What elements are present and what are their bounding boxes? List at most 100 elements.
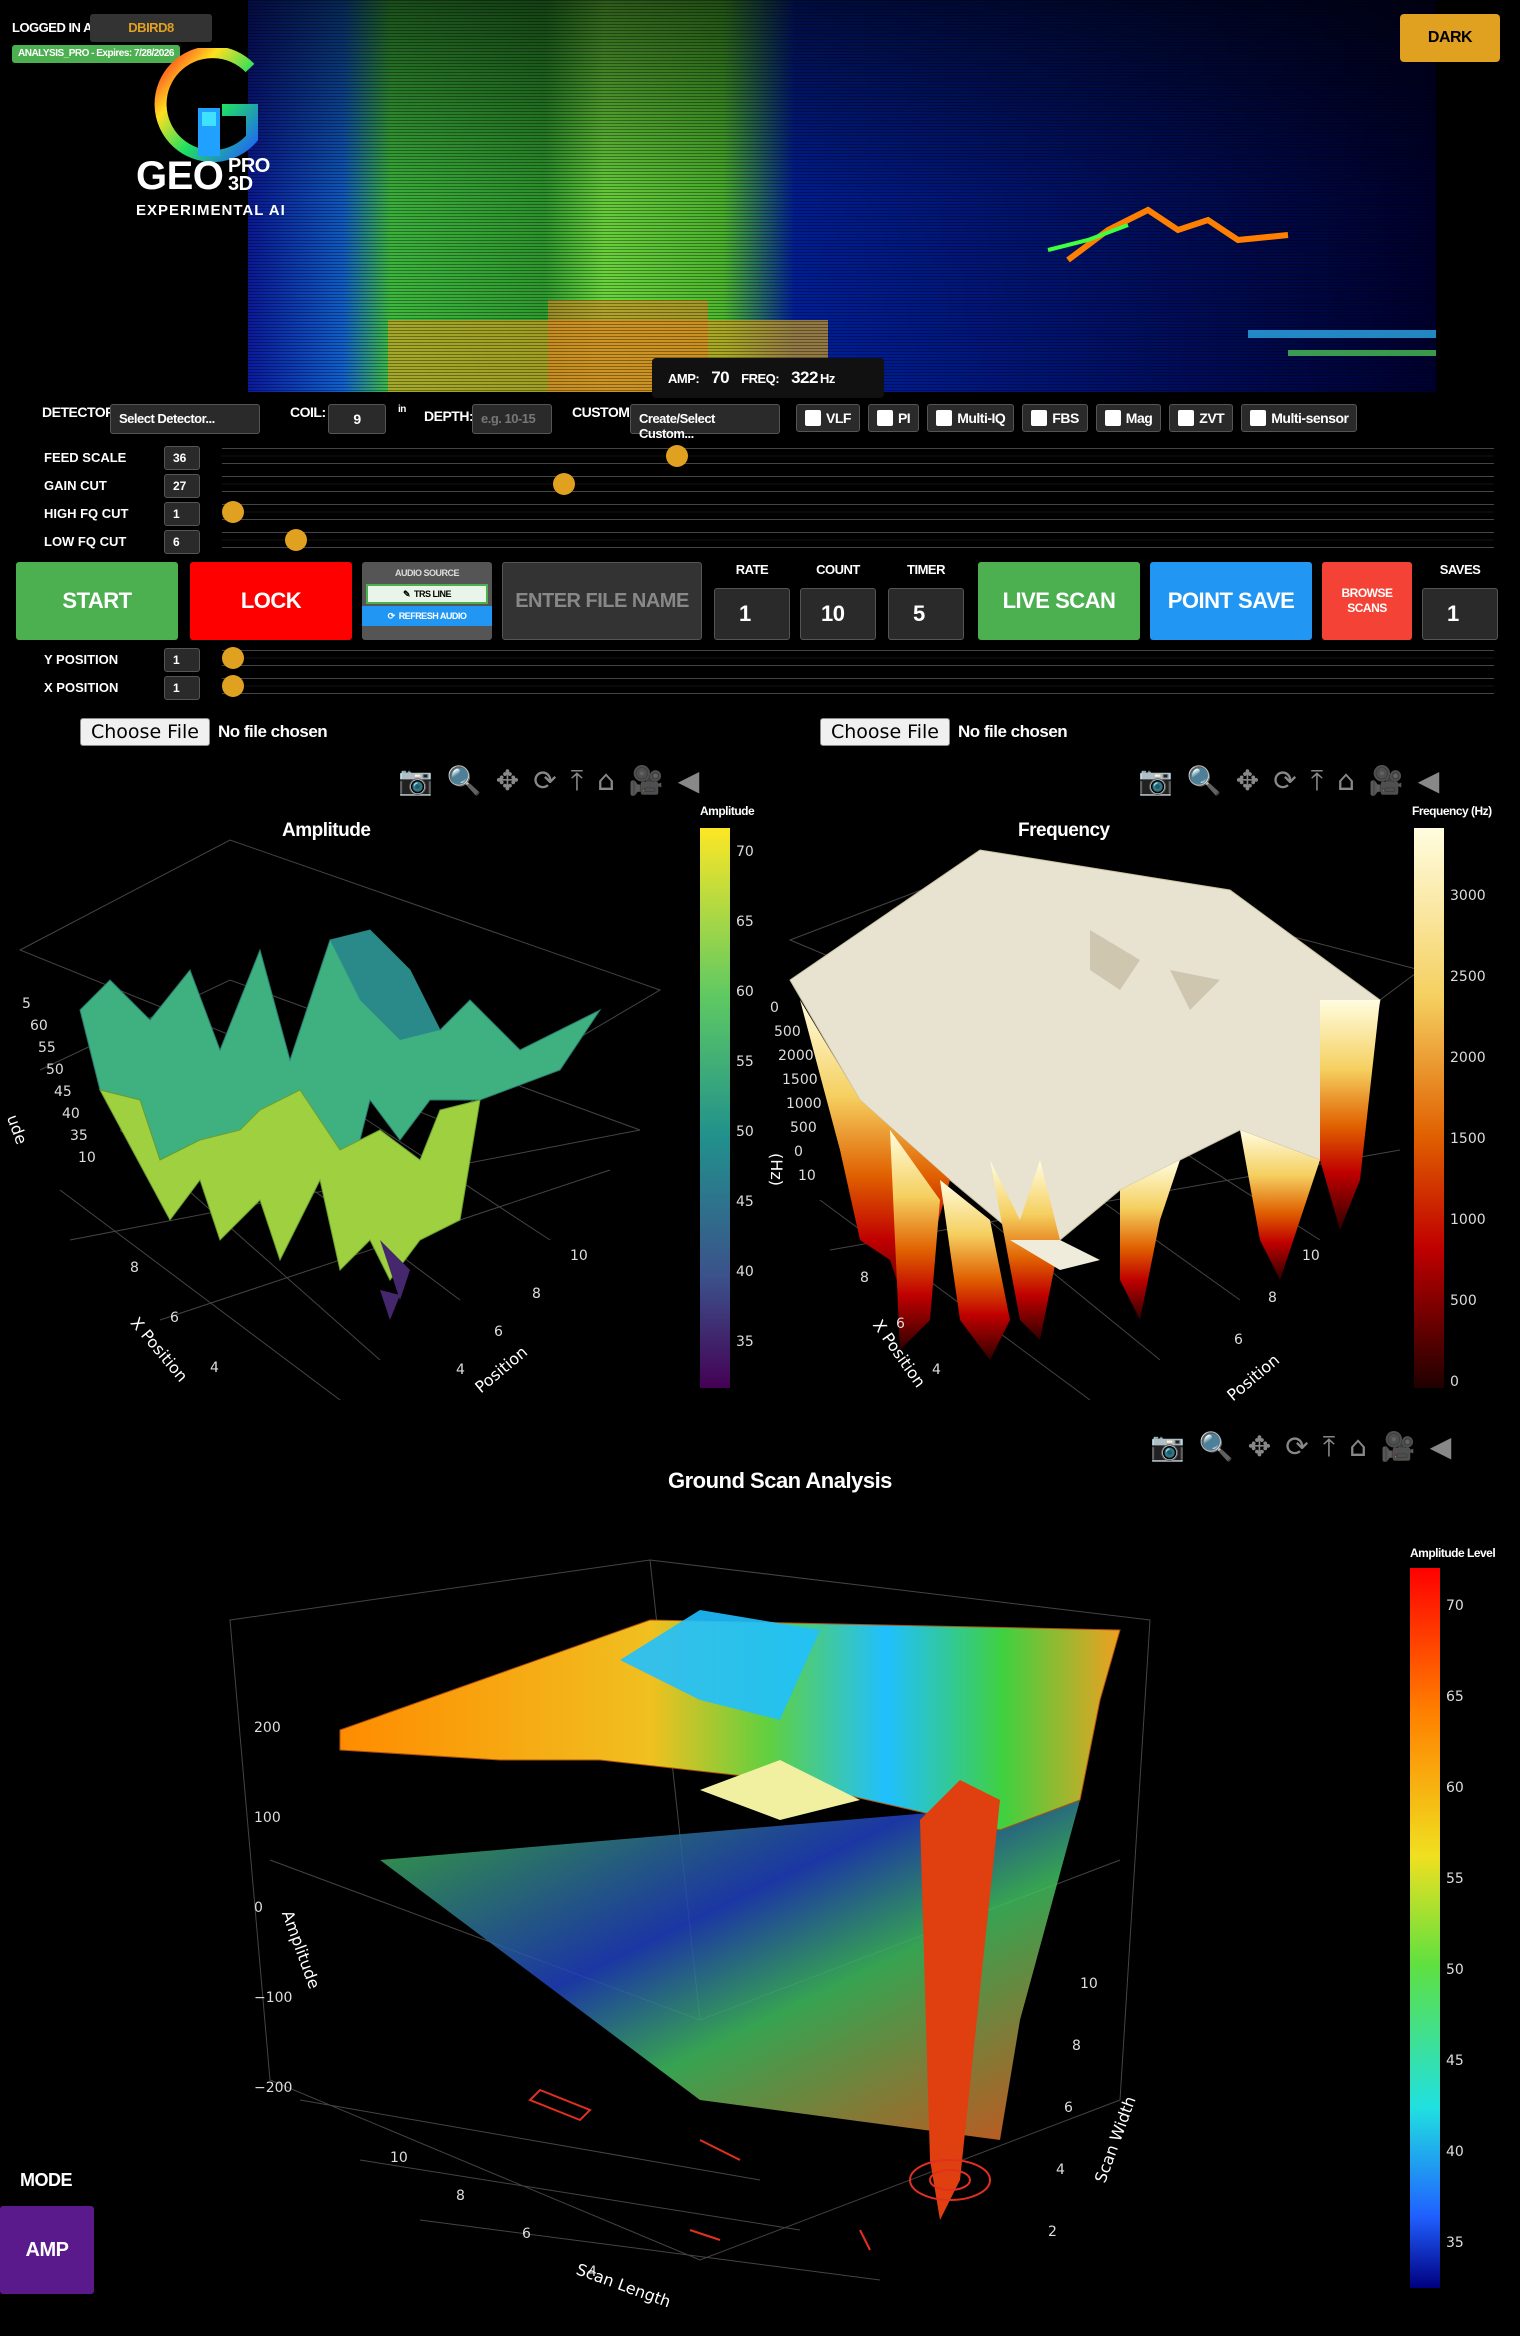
choose-file-button[interactable]: Choose File	[820, 718, 950, 746]
z-axis-tick: −200	[254, 2080, 293, 2096]
frequency-plot[interactable]: Frequency 0 500 2000 1500 1000 500 0 10 8 6 4 10 8 6 (…	[760, 800, 1520, 1405]
home-icon[interactable]: ⌂	[1349, 1430, 1367, 1464]
lock-button[interactable]: LOCK	[190, 562, 352, 640]
slider-thumb[interactable]	[222, 675, 244, 697]
video-camera-icon[interactable]: 🎥	[1381, 1430, 1416, 1464]
home-icon[interactable]: ⌂	[1337, 764, 1355, 798]
checkbox-zvt[interactable]: ZVT	[1169, 404, 1234, 432]
zoom-icon[interactable]: 🔍	[1187, 764, 1222, 798]
theme-toggle-button[interactable]: DARK	[1400, 14, 1500, 62]
camera-icon[interactable]: 📷	[398, 764, 433, 798]
y-axis-tick: 4	[1056, 2162, 1065, 2178]
checkbox-fbs[interactable]: FBS	[1022, 404, 1088, 432]
coil-unit: in	[398, 404, 406, 415]
start-button[interactable]: START	[16, 562, 178, 640]
slider-thumb[interactable]	[553, 473, 576, 495]
video-camera-icon[interactable]: 🎥	[1369, 764, 1404, 798]
checkbox-box[interactable]	[1104, 410, 1121, 426]
checkbox-box[interactable]	[1031, 410, 1048, 426]
file-input-amplitude[interactable]: Choose File No file chosen	[80, 718, 328, 746]
slider-thumb[interactable]	[665, 445, 688, 467]
depth-input[interactable]: e.g. 10-15	[472, 404, 552, 434]
turntable-icon[interactable]: ⤒	[1311, 764, 1323, 798]
ground-scan-plot[interactable]: Ground Scan Analysis Amplitude Level 70 6…	[0, 1460, 1520, 2332]
zoom-icon[interactable]: 🔍	[447, 764, 482, 798]
checkbox-multi-iq[interactable]: Multi-IQ	[927, 404, 1015, 432]
y-position-label: Y POSITION	[44, 652, 119, 667]
refresh-audio-button[interactable]: ⟳ REFRESH AUDIO	[362, 606, 492, 626]
slider-thumb[interactable]	[222, 501, 244, 523]
x-axis-tick: 8	[130, 1260, 139, 1276]
checkbox-box[interactable]	[936, 410, 953, 426]
x-axis-tick: 6	[896, 1316, 905, 1332]
x-position-slider[interactable]	[222, 675, 1494, 697]
checkbox-box[interactable]	[1178, 410, 1195, 426]
gain-cut-value: 27	[164, 474, 200, 498]
checkbox-box[interactable]	[805, 410, 821, 426]
custom-select[interactable]: Create/Select Custom...	[630, 404, 780, 441]
frequency-surface	[788, 849, 1422, 1401]
count-label: COUNT	[816, 562, 860, 577]
checkbox-box[interactable]	[876, 410, 893, 426]
video-camera-icon[interactable]: 🎥	[629, 764, 664, 798]
turntable-icon[interactable]: ⤒	[1323, 1430, 1335, 1464]
detector-select[interactable]: Select Detector...	[110, 404, 260, 434]
feed-scale-slider[interactable]	[222, 445, 1494, 467]
file-name-input[interactable]: ENTER FILE NAME	[502, 562, 702, 640]
amplitude-title: Amplitude	[282, 820, 371, 841]
logo-tagline: EXPERIMENTAL AI	[136, 202, 286, 219]
colorbar-tick: 35	[736, 1334, 754, 1350]
live-scan-button[interactable]: LIVE SCAN	[978, 562, 1140, 640]
checkbox-vlf[interactable]: VLF	[796, 404, 860, 432]
orbit-icon[interactable]: ⟳	[1273, 764, 1296, 798]
y-axis-tick: 2	[1048, 2224, 1057, 2240]
file-input-frequency[interactable]: Choose File No file chosen	[820, 718, 1068, 746]
gain-cut-slider[interactable]	[222, 473, 1494, 495]
point-save-button[interactable]: POINT SAVE	[1150, 562, 1312, 640]
x-axis-tick: 6	[522, 2226, 531, 2242]
coil-input[interactable]: 9	[328, 404, 386, 434]
slider-thumb[interactable]	[222, 647, 244, 669]
low-fq-cut-slider[interactable]	[222, 529, 1494, 551]
slider-thumb[interactable]	[284, 529, 307, 551]
checkbox-pi[interactable]: PI	[867, 404, 920, 432]
high-fq-cut-slider[interactable]	[222, 501, 1494, 523]
z-axis-tick: 2000	[778, 1048, 814, 1064]
amp-value: 70	[711, 368, 730, 387]
pan-icon[interactable]: ✥	[1248, 1430, 1271, 1464]
timer-input[interactable]: 5	[888, 588, 964, 640]
tag-icon[interactable]: ◀	[1418, 764, 1440, 798]
tag-icon[interactable]: ◀	[1430, 1430, 1452, 1464]
amplitude-plot[interactable]: Amplitude 5 60 55 50 45 40 35 10 8 6 4 10 8 6 4 ude X Po…	[0, 800, 760, 1401]
z-axis-tick: 10	[798, 1168, 816, 1184]
checkbox-mag[interactable]: Mag	[1095, 404, 1162, 432]
pan-icon[interactable]: ✥	[496, 764, 519, 798]
z-axis-tick: 35	[70, 1128, 88, 1144]
choose-file-button[interactable]: Choose File	[80, 718, 210, 746]
checkbox-box[interactable]	[1250, 410, 1267, 426]
browse-scans-button[interactable]: BROWSE SCANS	[1322, 562, 1412, 640]
colorbar-tick: 70	[1446, 1598, 1464, 1614]
y-position-slider[interactable]	[222, 647, 1494, 669]
x-axis-tick: 4	[932, 1362, 941, 1378]
zoom-icon[interactable]: 🔍	[1199, 1430, 1234, 1464]
rate-input[interactable]: 1	[714, 588, 790, 640]
mode-amp-button[interactable]: AMP	[0, 2206, 94, 2294]
amplitude-colorbar	[700, 828, 730, 1388]
home-icon[interactable]: ⌂	[597, 764, 615, 798]
ground-scan-colorbar	[1410, 1568, 1440, 2288]
tag-icon[interactable]: ◀	[678, 764, 700, 798]
camera-icon[interactable]: 📷	[1138, 764, 1173, 798]
turntable-icon[interactable]: ⤒	[571, 764, 583, 798]
x-axis-tick: 10	[390, 2150, 408, 2166]
trs-line-select[interactable]: ✎ TRS LINE	[366, 584, 488, 604]
pan-icon[interactable]: ✥	[1236, 764, 1259, 798]
camera-icon[interactable]: 📷	[1150, 1430, 1185, 1464]
checkbox-multi-sensor[interactable]: Multi-sensor	[1241, 404, 1358, 432]
orbit-icon[interactable]: ⟳	[1285, 1430, 1308, 1464]
colorbar-tick: 2000	[1450, 1050, 1486, 1066]
y-axis-tick: 8	[532, 1286, 541, 1302]
colorbar-tick: 50	[1446, 1962, 1464, 1978]
count-input[interactable]: 10	[800, 588, 876, 640]
orbit-icon[interactable]: ⟳	[533, 764, 556, 798]
